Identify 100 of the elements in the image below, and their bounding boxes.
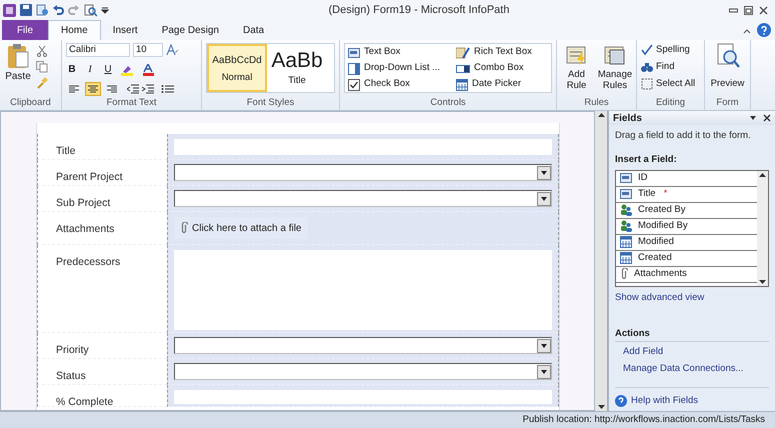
select-all-button[interactable]: Select All [641,77,696,91]
advanced-view-link[interactable]: Show advanced view [615,290,769,305]
pane-menu-icon[interactable] [749,115,757,121]
customize-toolbar-icon[interactable] [101,5,109,15]
style-gallery-item[interactable]: AaBb Title [269,44,325,92]
field-label: Parent Project [56,171,123,183]
action-link[interactable]: Manage Data Connections... [623,362,769,376]
help-icon[interactable] [757,23,771,37]
field-list-item[interactable]: Title * [616,186,757,202]
field-list-item[interactable]: Created [616,250,757,266]
insert-field-heading: Insert a Field: [615,153,678,168]
group-label: Editing [654,96,686,110]
text-box-icon [620,189,632,199]
field-name: Modified By [638,218,688,233]
field-label: Attachments [56,223,114,235]
style-gallery-item[interactable]: AaBbCcDd Normal [207,44,267,92]
collapse-ribbon-icon[interactable] [743,27,751,35]
text-input-field[interactable] [174,390,552,404]
control-gallery-item[interactable]: Combo Box [456,62,551,75]
status-text: Publish location: http://workflows.inaction.com/Lists/Tasks [522,412,765,427]
people-icon [620,220,632,232]
save-icon[interactable] [20,4,32,16]
clear-format-icon[interactable] [166,44,180,56]
cut-icon[interactable] [36,45,48,57]
magnifier-page-icon [716,43,740,69]
pane-title: Fields [613,112,643,126]
underline-button[interactable]: U [102,62,114,77]
add-rule-button[interactable]: Add Rule [561,43,592,96]
font-color-icon[interactable] [142,64,156,76]
ribbon-tab[interactable]: Insert [100,20,150,40]
paperclip-icon [620,268,628,280]
paste-button[interactable]: Paste [4,43,32,96]
group-label: Font Styles [246,96,296,110]
find-button[interactable]: Find [641,60,696,74]
align-icon [88,84,98,94]
decrease-indent-icon[interactable] [127,84,139,94]
drop-down-icon [348,62,360,74]
copy-icon[interactable] [36,61,48,73]
drop-down-field[interactable] [174,190,552,207]
align-icon [107,84,117,94]
action-link[interactable]: Add Field [623,345,769,360]
minimize-icon[interactable] [729,6,738,14]
bullet-list-icon[interactable] [161,84,175,94]
ribbon-tab[interactable]: Data [230,20,276,40]
field-label: Status [56,370,86,382]
actions-heading: Actions [615,326,769,342]
required-mark: * [664,186,668,201]
combo-box-icon [456,64,470,74]
field-label: % Complete [56,396,114,408]
help-link[interactable]: Help with Fields [631,394,698,408]
help-icon [615,394,627,407]
drop-down-field[interactable] [174,363,552,380]
rich-text-icon [456,46,470,58]
spelling-button[interactable]: Spelling [641,43,696,57]
align-center-button[interactable] [85,82,101,96]
field-list-item[interactable]: Created By [616,202,757,218]
control-gallery-item[interactable]: Check Box [348,78,456,91]
field-list-item[interactable]: Modified [616,234,757,250]
control-gallery-item[interactable]: Rich Text Box [456,46,551,59]
publish-icon[interactable] [36,4,48,16]
increase-indent-icon[interactable] [142,84,154,94]
list-scrollbar[interactable] [757,170,768,286]
calendar-icon [620,252,632,264]
attach-file-button[interactable]: Click here to attach a file [174,217,308,239]
preview-button[interactable]: Preview [709,43,746,96]
field-label: Predecessors [56,256,120,268]
field-list-item[interactable]: ID [616,170,757,186]
field-list-item[interactable]: Attachments [616,266,757,282]
ribbon-tab[interactable]: Home [48,20,101,40]
app-icon[interactable] [3,4,16,16]
italic-button[interactable]: I [84,62,96,77]
manage-rules-button[interactable]: Manage Rules [598,43,632,96]
field-label: Priority [56,344,89,356]
ribbon-tab[interactable]: Page Design [150,20,231,40]
font-size-field[interactable]: 10 [133,43,163,57]
highlight-icon[interactable] [120,64,136,76]
group-label: Format Text [106,96,158,110]
people-icon [620,204,632,216]
drop-down-field[interactable] [174,164,552,181]
text-input-field[interactable] [174,139,552,155]
undo-icon[interactable] [52,4,64,16]
drop-down-field[interactable] [174,337,552,354]
restore-icon[interactable] [744,6,753,14]
file-tab[interactable]: File [2,20,48,40]
bold-button[interactable]: B [66,62,78,77]
control-gallery-item[interactable]: Text Box [348,46,456,59]
control-gallery-item[interactable]: Date Picker [456,78,551,91]
group-label: Form [715,96,740,110]
font-name-field[interactable]: Calibri [66,43,130,57]
close-icon[interactable] [759,6,768,14]
paperclip-icon [180,222,188,234]
vertical-scrollbar[interactable] [595,111,608,411]
close-icon[interactable] [763,114,771,122]
print-preview-icon[interactable] [84,4,97,16]
text-area-field[interactable] [174,250,552,330]
control-gallery-item[interactable]: Drop-Down List ... [348,62,456,75]
field-name: Title [638,186,656,201]
field-list-item[interactable]: Modified By [616,218,757,234]
scroll-up-icon[interactable] [758,170,767,180]
group-label: Rules [583,96,610,110]
